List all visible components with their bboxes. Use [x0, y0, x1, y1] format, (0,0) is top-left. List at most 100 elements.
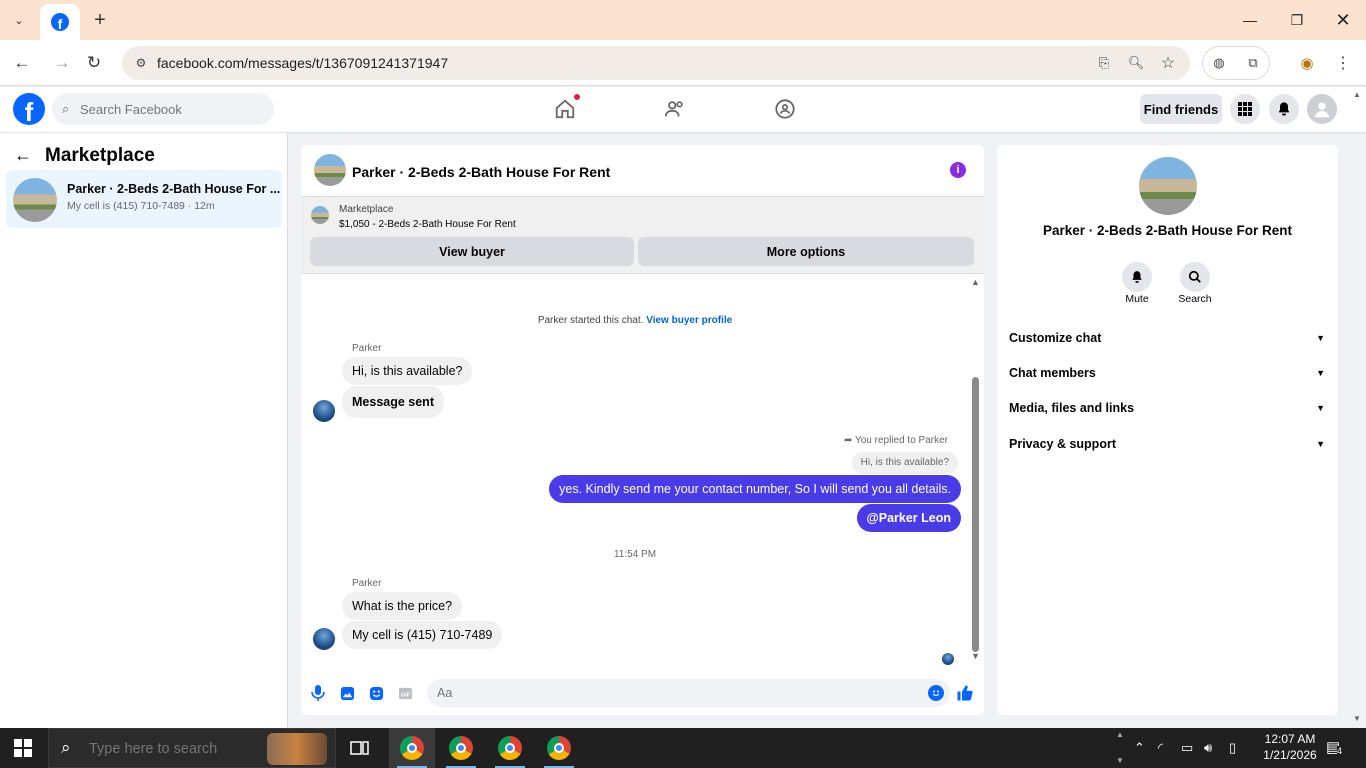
chat-header: Parker · 2-Beds 2-Bath House For Rent i	[301, 145, 984, 197]
facebook-search-input[interactable]	[80, 93, 265, 125]
read-receipt-avatar	[942, 653, 954, 665]
taskbar-search[interactable]: ⌕	[48, 728, 336, 768]
conversation-preview: My cell is (415) 710-7489 · 12m	[67, 200, 215, 212]
extensions-puzzle-icon[interactable]: ⧉	[1243, 53, 1263, 73]
parker-avatar[interactable]	[313, 628, 335, 650]
page-scroll-up-icon[interactable]: ▲	[1353, 90, 1361, 99]
mute-bell-icon[interactable]	[1122, 262, 1152, 292]
restore-icon[interactable]: ❐	[1277, 6, 1317, 34]
media-files-links-row[interactable]: Media, files and links ▼	[1009, 394, 1325, 422]
chat-title[interactable]: Parker · 2-Beds 2-Bath House For Rent	[352, 164, 610, 180]
find-friends-button[interactable]: Find friends	[1140, 94, 1222, 124]
windows-start-icon[interactable]	[0, 728, 46, 768]
incoming-message[interactable]: Message sent	[342, 386, 444, 418]
facebook-search[interactable]: ⌕	[52, 93, 274, 125]
incoming-message[interactable]: What is the price?	[342, 592, 463, 620]
chrome-taskbar-icon[interactable]	[389, 728, 435, 768]
home-icon[interactable]	[552, 94, 580, 122]
minimize-icon[interactable]: —	[1230, 6, 1270, 34]
more-options-button[interactable]: More options	[638, 237, 974, 266]
omnibox[interactable]: ⚙ facebook.com/messages/t/13670912413719…	[122, 46, 1190, 80]
conversation-item[interactable]: Parker · 2-Beds 2-Bath House For ... My …	[6, 170, 282, 228]
marketplace-sidebar: ← Marketplace Parker · 2-Beds 2-Bath Hou…	[0, 133, 288, 728]
menu-grid-icon[interactable]	[1230, 94, 1260, 124]
scroll-thumb[interactable]	[972, 377, 979, 652]
privacy-support-row[interactable]: Privacy & support ▼	[1009, 430, 1325, 458]
gif-icon[interactable]: GIF	[396, 684, 414, 702]
bookmark-star-icon[interactable]: ☆	[1158, 53, 1178, 73]
translate-globe-icon[interactable]: ◍	[1209, 53, 1229, 73]
message-composer: GIF	[301, 675, 984, 715]
chat-members-row[interactable]: Chat members ▼	[1009, 359, 1325, 387]
taskbar-clock[interactable]: 12:07 AM 1/21/2026	[1255, 731, 1325, 763]
site-settings-icon[interactable]: ⚙	[132, 54, 150, 72]
chat-details-panel: Parker · 2-Beds 2-Bath House For Rent Mu…	[997, 145, 1338, 715]
sticker-icon[interactable]	[367, 684, 385, 702]
wifi-icon[interactable]: ◜	[1158, 740, 1163, 756]
notifications-bell-icon[interactable]	[1269, 94, 1299, 124]
reload-icon[interactable]: ↻	[81, 50, 107, 76]
incoming-message[interactable]: My cell is (415) 710-7489	[342, 621, 503, 649]
search-highlight-image	[267, 733, 327, 765]
clock-time: 12:07 AM	[1264, 732, 1316, 746]
chrome-taskbar-icon[interactable]	[487, 728, 533, 768]
view-buyer-profile-link[interactable]: View buyer profile	[646, 315, 732, 326]
scroll-up-icon[interactable]: ▲	[971, 277, 980, 287]
url-text[interactable]: facebook.com/messages/t/1367091241371947	[157, 55, 448, 71]
search-icon[interactable]	[1180, 262, 1210, 292]
forward-arrow-icon[interactable]: →	[49, 50, 75, 76]
outgoing-message[interactable]: yes. Kindly send me your contact number,…	[549, 475, 961, 503]
chrome-menu-icon[interactable]: ⋮	[1333, 53, 1353, 73]
microphone-icon[interactable]	[309, 684, 327, 702]
friends-icon[interactable]	[662, 96, 688, 122]
image-attach-icon[interactable]	[338, 684, 356, 702]
tab-search-chevron-icon[interactable]: ⌄	[8, 9, 30, 31]
show-hidden-icons-chevron-up-icon[interactable]: ⌃	[1134, 740, 1145, 756]
emoji-icon[interactable]	[928, 685, 944, 701]
thumbs-up-icon[interactable]	[956, 684, 974, 702]
house-avatar[interactable]	[314, 154, 346, 186]
taskbar-scroll-up-icon[interactable]: ▲	[1116, 730, 1124, 739]
chrome-taskbar-icon[interactable]	[536, 728, 582, 768]
back-arrow-icon[interactable]: ←	[9, 50, 35, 76]
message-input-wrapper	[427, 679, 950, 707]
message-scrollbar[interactable]: ▲ ▼	[971, 277, 980, 665]
house-avatar[interactable]	[1139, 157, 1197, 215]
new-tab-plus-icon[interactable]: +	[88, 8, 112, 32]
outgoing-message[interactable]: @Parker Leon	[856, 504, 961, 532]
task-view-icon[interactable]	[337, 728, 383, 768]
browser-tab-facebook[interactable]: f	[40, 4, 80, 40]
view-buyer-button[interactable]: View buyer	[310, 237, 634, 266]
info-icon[interactable]: i	[950, 162, 966, 178]
message-input[interactable]	[437, 679, 917, 707]
message-list: Parker started this chat. View buyer pro…	[301, 275, 984, 669]
taskbar-search-input[interactable]	[89, 738, 269, 760]
notification-dot	[574, 94, 580, 100]
quoted-message[interactable]: Hi, is this available?	[851, 452, 958, 474]
chrome-taskbar-icon[interactable]	[438, 728, 484, 768]
chevron-down-icon: ▼	[1316, 403, 1325, 413]
zoom-icon[interactable]: 🔍︎	[1126, 53, 1146, 73]
listing-title[interactable]: $1,050 - 2-Beds 2-Bath House For Rent	[339, 219, 516, 230]
scroll-down-icon[interactable]: ▼	[971, 651, 980, 661]
parker-avatar[interactable]	[313, 400, 335, 422]
notification-center-icon[interactable]: ▤ 4	[1326, 738, 1343, 756]
taskbar-scroll-down-icon[interactable]: ▼	[1116, 756, 1124, 765]
account-avatar[interactable]	[1307, 94, 1337, 124]
battery-icon[interactable]: ▭	[1181, 740, 1193, 756]
volume-icon[interactable]: 🔊︎	[1204, 740, 1212, 756]
mute-label: Mute	[1125, 293, 1149, 305]
customize-chat-row[interactable]: Customize chat ▼	[1009, 324, 1325, 352]
groups-icon[interactable]	[772, 96, 798, 122]
meet-now-icon[interactable]: ▯	[1229, 740, 1236, 756]
extensions-group: ◍ ⧉	[1202, 46, 1270, 80]
incoming-message[interactable]: Hi, is this available?	[342, 357, 473, 385]
page-scroll-down-icon[interactable]: ▼	[1353, 714, 1361, 723]
install-app-icon[interactable]: ⎘	[1094, 53, 1114, 73]
profile-icon[interactable]: ◉	[1297, 53, 1317, 73]
row-label: Chat members	[1009, 366, 1096, 380]
chevron-down-icon: ▼	[1316, 368, 1325, 378]
close-icon[interactable]: ✕	[1323, 6, 1363, 34]
back-arrow-icon[interactable]: ←	[14, 145, 32, 166]
facebook-logo-icon[interactable]: f	[13, 93, 45, 125]
